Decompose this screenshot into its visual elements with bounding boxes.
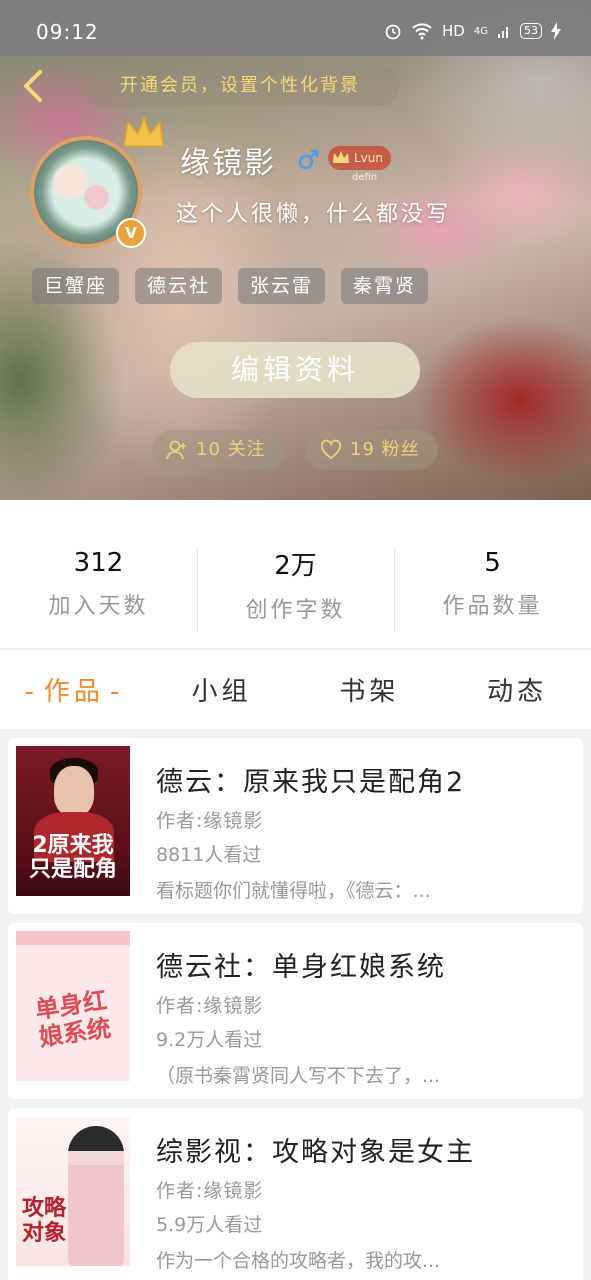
- username: 缘镜影: [180, 146, 276, 181]
- work-description: （原书秦霄贤同人写不下去了，...: [156, 1065, 441, 1087]
- edit-profile-button[interactable]: 编辑资料: [170, 342, 420, 398]
- book-cover[interactable]: 单身红 娘系统: [16, 931, 130, 1081]
- book-cover[interactable]: 2原来我 只是配角: [16, 746, 130, 896]
- following-button[interactable]: 10 关注: [152, 430, 284, 470]
- tab-bookshelf[interactable]: 书架: [296, 671, 444, 708]
- tag-item[interactable]: 巨蟹座: [32, 268, 120, 304]
- status-icons: HD 4G 53: [384, 22, 561, 40]
- verified-badge: V: [116, 218, 146, 248]
- level-badge-text: Lvun: [354, 151, 383, 165]
- tag-list: 巨蟹座 德云社 张云雷 秦霄贤: [32, 268, 429, 304]
- work-card[interactable]: 单身红 娘系统 德云社：单身红娘系统 作者:缘镜影 9.2万人看过 （原书秦霄贤…: [8, 923, 583, 1099]
- stat-works-count: 5 作品数量: [394, 500, 591, 648]
- work-author: 作者:缘镜影: [156, 1180, 264, 1202]
- back-arrow-icon[interactable]: [18, 68, 48, 104]
- work-title: 综影视：攻略对象是女主: [156, 1137, 475, 1168]
- status-bar: 09:12 HD 4G 53: [0, 0, 591, 56]
- work-author: 作者:缘镜影: [156, 995, 264, 1017]
- tab-groups[interactable]: 小组: [148, 671, 296, 708]
- add-user-icon: [166, 440, 186, 460]
- charging-icon: [551, 22, 561, 40]
- vip-background-banner[interactable]: 开通会员，设置个性化背景: [80, 66, 400, 106]
- tab-activity[interactable]: 动态: [443, 671, 591, 708]
- level-badge: Lvun: [328, 146, 391, 170]
- work-views: 5.9万人看过: [156, 1214, 263, 1236]
- signal-label: 4G: [473, 25, 488, 37]
- stat-value: 2万: [274, 550, 317, 581]
- network-label: HD: [442, 22, 465, 40]
- fans-count: 19 粉丝: [350, 439, 420, 460]
- work-description: 作为一个合格的攻略者，我的攻...: [156, 1250, 441, 1272]
- level-badge-sub: defin: [352, 172, 378, 183]
- book-cover[interactable]: 攻略 对象: [16, 1116, 130, 1266]
- stat-label: 作品数量: [442, 594, 543, 619]
- fans-button[interactable]: 19 粉丝: [306, 430, 438, 470]
- stat-value: 312: [73, 548, 124, 578]
- stat-join-days: 312 加入天数: [0, 500, 197, 648]
- gender-male-icon: [298, 149, 319, 170]
- badge-crown-icon: [333, 151, 349, 163]
- cover-title: 2原来我 只是配角: [28, 833, 117, 882]
- stat-label: 加入天数: [48, 594, 149, 619]
- stat-value: 5: [484, 548, 501, 578]
- status-time: 09:12: [36, 20, 99, 44]
- cover-band: [16, 931, 130, 945]
- cover-figure-face: [54, 766, 94, 816]
- alarm-icon: [385, 24, 401, 40]
- work-title: 德云社：单身红娘系统: [156, 952, 446, 983]
- bio-text: 这个人很懒，什么都没写: [176, 202, 452, 227]
- work-card[interactable]: 攻略 对象 综影视：攻略对象是女主 作者:缘镜影 5.9万人看过 作为一个合格的…: [8, 1108, 583, 1280]
- work-author: 作者:缘镜影: [156, 810, 264, 832]
- cover-title: 单身红 娘系统: [33, 986, 113, 1052]
- work-description: 看标题你们就懂得啦，《德云：...: [156, 880, 431, 902]
- work-views: 9.2万人看过: [156, 1029, 263, 1051]
- cover-title: 攻略 对象: [22, 1196, 67, 1246]
- tag-item[interactable]: 张云雷: [238, 268, 326, 304]
- works-list: 2原来我 只是配角 德云：原来我只是配角2 作者:缘镜影 8811人看过 看标题…: [0, 729, 591, 1280]
- work-card[interactable]: 2原来我 只是配角 德云：原来我只是配角2 作者:缘镜影 8811人看过 看标题…: [8, 738, 583, 914]
- wifi-icon: [412, 23, 432, 40]
- following-count: 10 关注: [196, 439, 266, 460]
- profile-tabs: 作品 小组 书架 动态: [0, 649, 591, 729]
- stat-word-count: 2万 创作字数: [197, 500, 394, 648]
- tag-item[interactable]: 秦霄贤: [341, 268, 429, 304]
- work-views: 8811人看过: [156, 844, 262, 866]
- avatar-container[interactable]: V: [30, 136, 146, 248]
- tag-item[interactable]: 德云社: [135, 268, 223, 304]
- stats-bar: 312 加入天数 2万 创作字数 5 作品数量: [0, 500, 591, 648]
- top-row: 开通会员，设置个性化背景: [0, 56, 591, 116]
- work-title: 德云：原来我只是配角2: [156, 767, 466, 798]
- tab-works[interactable]: 作品: [0, 671, 148, 708]
- stat-label: 创作字数: [245, 597, 346, 623]
- signal-icon: [498, 27, 508, 38]
- heart-icon: [320, 439, 342, 460]
- battery-level: 53: [520, 23, 542, 39]
